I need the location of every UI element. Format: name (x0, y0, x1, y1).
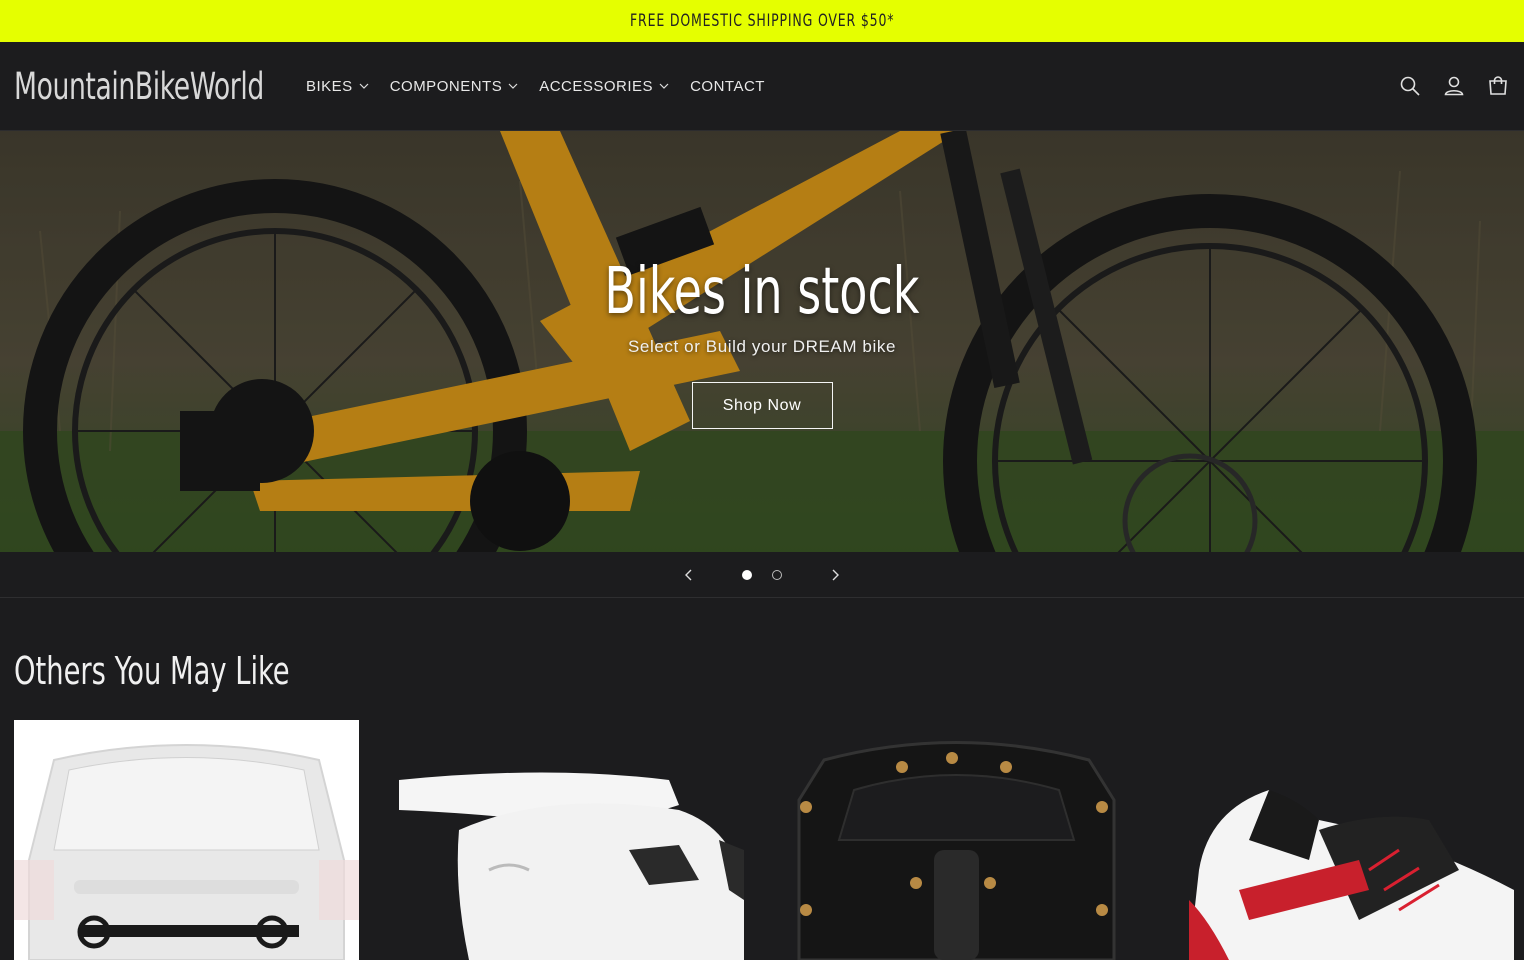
shoe-image (1189, 790, 1514, 960)
product-card-helmet[interactable] (399, 720, 744, 960)
hero-subtitle: Select or Build your DREAM bike (627, 337, 897, 356)
slider-controls (0, 552, 1524, 598)
header-icons (1398, 74, 1510, 98)
nav-item-contact[interactable]: CONTACT (690, 78, 765, 95)
bike-rack-image (14, 744, 359, 960)
chevron-left-icon[interactable] (682, 568, 696, 582)
product-card-bike-rack[interactable] (14, 720, 359, 960)
site-header: MountainBikeWorld BIKES COMPONENTS ACCES… (0, 42, 1524, 131)
site-logo[interactable]: MountainBikeWorld (14, 65, 264, 108)
search-icon[interactable] (1398, 74, 1422, 98)
product-card-shoe[interactable] (1169, 720, 1514, 960)
nav-item-accessories[interactable]: ACCESSORIES (539, 78, 669, 95)
section-title: Others You May Like (14, 649, 290, 693)
hero-content: Bikes in stock Select or Build your DREA… (0, 131, 1524, 552)
hero-title: Bikes in stock (604, 255, 920, 329)
nav-item-label: BIKES (306, 77, 353, 95)
cart-icon[interactable] (1486, 74, 1510, 98)
product-grid (14, 720, 1514, 960)
chevron-down-icon (659, 83, 669, 89)
hero-banner: Bikes in stock Select or Build your DREA… (0, 131, 1524, 552)
nav-item-bikes[interactable]: BIKES (306, 78, 369, 95)
announcement-text: FREE DOMESTIC SHIPPING OVER $50* (629, 11, 895, 31)
nav-item-label: CONTACT (690, 77, 765, 95)
announcement-bar: FREE DOMESTIC SHIPPING OVER $50* (0, 0, 1524, 42)
chevron-down-icon (508, 83, 518, 89)
chevron-right-icon[interactable] (828, 568, 842, 582)
pedal-image (797, 741, 1116, 960)
nav-item-label: COMPONENTS (389, 77, 503, 95)
nav-item-components[interactable]: COMPONENTS (390, 78, 519, 95)
chevron-down-icon (359, 83, 369, 89)
product-card-pedal[interactable] (784, 720, 1129, 960)
helmet-image (399, 772, 744, 960)
slide-dot-1[interactable] (742, 569, 752, 580)
shop-now-button[interactable]: Shop Now (691, 382, 833, 429)
nav-item-label: ACCESSORIES (539, 77, 654, 95)
main-nav: BIKES COMPONENTS ACCESSORIES CONTACT (306, 78, 786, 95)
account-icon[interactable] (1442, 74, 1466, 98)
slide-dot-2[interactable] (772, 569, 782, 580)
